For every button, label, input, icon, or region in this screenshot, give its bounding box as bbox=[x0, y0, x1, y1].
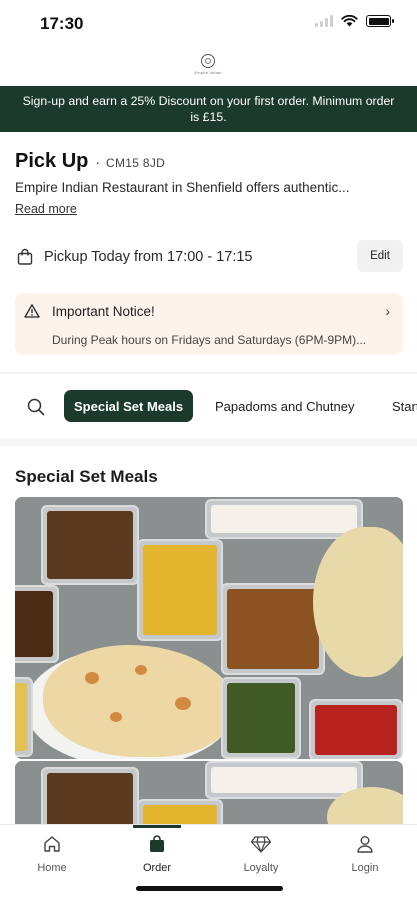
divider bbox=[0, 438, 417, 446]
category-bar: Special Set Meals Papadoms and Chutney S… bbox=[0, 388, 417, 428]
pickup-time-text: Pickup Today from 17:00 - 17:15 bbox=[44, 249, 253, 265]
read-more-link[interactable]: Read more bbox=[15, 202, 77, 216]
restaurant-logo: Empire Indian bbox=[188, 54, 228, 80]
pickup-header: Pick Up · CM15 8JD bbox=[15, 150, 165, 173]
tab-home[interactable]: Home bbox=[12, 833, 92, 874]
edit-pickup-button[interactable]: Edit bbox=[357, 240, 403, 272]
tab-loyalty[interactable]: Loyalty bbox=[221, 833, 301, 874]
notice-title: Important Notice! bbox=[52, 304, 155, 319]
cellular-signal-icon bbox=[315, 15, 333, 27]
bag-icon bbox=[146, 833, 168, 855]
tab-order[interactable]: Order bbox=[117, 833, 197, 874]
tab-label: Home bbox=[37, 862, 67, 874]
person-icon bbox=[354, 833, 376, 855]
diamond-icon bbox=[250, 833, 272, 855]
category-tab-papadoms-and-chutney[interactable]: Papadoms and Chutney bbox=[215, 390, 354, 422]
shopping-bag-icon bbox=[15, 247, 35, 267]
category-tab-special-set-meals[interactable]: Special Set Meals bbox=[64, 390, 194, 422]
tab-login[interactable]: Login bbox=[325, 833, 405, 874]
active-tab-indicator bbox=[133, 825, 181, 828]
promo-text: Sign-up and earn a 25% Discount on your … bbox=[22, 94, 395, 124]
home-icon bbox=[41, 833, 63, 855]
pickup-postcode: CM15 8JD bbox=[106, 156, 166, 170]
promo-banner[interactable]: Sign-up and earn a 25% Discount on your … bbox=[0, 86, 417, 132]
pickup-title: Pick Up bbox=[15, 150, 89, 172]
restaurant-description: Empire Indian Restaurant in Shenfield of… bbox=[15, 180, 350, 195]
meal-image[interactable] bbox=[15, 497, 403, 759]
pickup-time-row: Pickup Today from 17:00 - 17:15 Edit bbox=[15, 240, 403, 272]
wifi-icon bbox=[341, 15, 358, 27]
home-indicator[interactable] bbox=[136, 886, 283, 891]
logo-text: Empire Indian bbox=[194, 70, 222, 75]
tab-label: Loyalty bbox=[243, 862, 279, 874]
chevron-right-icon: › bbox=[385, 303, 390, 319]
divider bbox=[0, 372, 417, 374]
status-bar: 17:30 bbox=[0, 0, 417, 46]
status-time: 17:30 bbox=[40, 14, 84, 33]
tab-label: Order bbox=[142, 862, 172, 874]
status-icons bbox=[315, 15, 394, 27]
tab-label: Login bbox=[351, 862, 379, 874]
important-notice-card[interactable]: Important Notice! › During Peak hours on… bbox=[15, 293, 403, 355]
app-screen: 17:30 Empire Indian Sign-up and earn a 2… bbox=[0, 0, 417, 900]
logo-mark-icon bbox=[201, 54, 215, 68]
category-tab-starters[interactable]: Starters bbox=[392, 390, 417, 422]
search-icon[interactable] bbox=[25, 396, 47, 418]
notice-text: During Peak hours on Fridays and Saturda… bbox=[52, 333, 367, 347]
battery-icon bbox=[366, 15, 394, 27]
section-title: Special Set Meals bbox=[15, 467, 158, 486]
title-separator: · bbox=[95, 154, 101, 170]
warning-icon bbox=[24, 304, 40, 318]
meal-image[interactable] bbox=[15, 761, 403, 831]
